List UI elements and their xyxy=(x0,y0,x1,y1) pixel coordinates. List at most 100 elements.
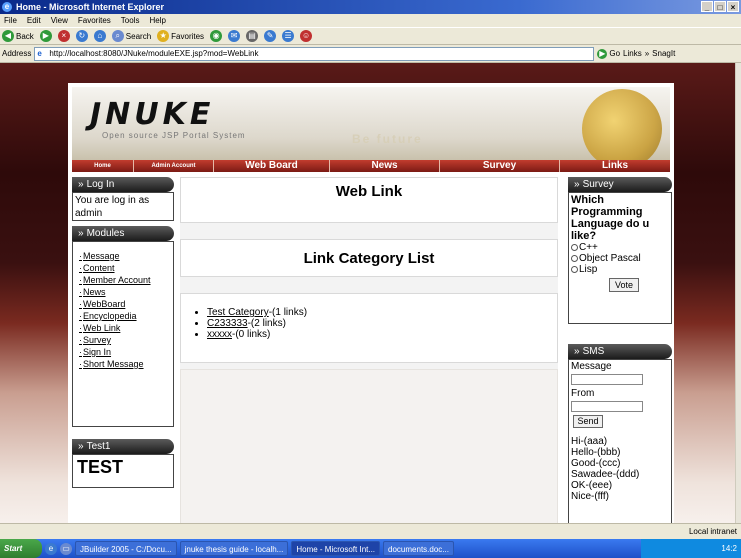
category-link[interactable]: xxxxx xyxy=(207,329,232,340)
send-button[interactable]: Send xyxy=(573,415,603,428)
menu-view[interactable]: View xyxy=(51,14,68,27)
test-panel-content: TEST xyxy=(72,454,174,488)
taskbar-item[interactable]: Home - Microsoft Int... xyxy=(291,541,381,556)
menu-file[interactable]: File xyxy=(4,14,17,27)
quicklaunch-desktop-icon[interactable]: ▭ xyxy=(60,542,72,555)
chevron-right-icon[interactable]: » xyxy=(645,49,649,58)
minimize-button[interactable]: _ xyxy=(701,1,713,12)
ie-icon: e xyxy=(2,2,12,12)
site-container: JNUKE Open source JSP Portal System Be f… xyxy=(68,83,674,523)
module-link-survey[interactable]: Survey xyxy=(79,334,169,346)
go-label: Go xyxy=(609,49,621,58)
survey-question: Which Programming Language do u like? xyxy=(571,194,650,242)
favorites-button[interactable]: ★ Favorites xyxy=(157,29,204,43)
module-link-member-account[interactable]: Member Account xyxy=(79,274,169,286)
links-button[interactable]: Links xyxy=(623,49,642,58)
left-column: Log In You are log in as admin Modules M… xyxy=(72,177,174,488)
nav-news[interactable]: News xyxy=(330,160,440,172)
radio-icon[interactable] xyxy=(571,244,578,251)
maximize-button[interactable]: □ xyxy=(714,1,726,12)
list-item: Good-(ccc) xyxy=(571,458,621,469)
window-controls: _ □ × xyxy=(701,1,739,12)
option-label: Object Pascal xyxy=(579,253,641,264)
list-item: Sawadee-(ddd) xyxy=(571,469,640,480)
close-button[interactable]: × xyxy=(727,1,739,12)
module-link-message[interactable]: Message xyxy=(79,250,169,262)
nav-home[interactable]: Home xyxy=(72,160,134,172)
list-item: Test Category-(1 links) xyxy=(207,307,557,318)
vote-button[interactable]: Vote xyxy=(609,278,639,292)
menu-bar: File Edit View Favorites Tools Help xyxy=(0,14,741,27)
category-list-title: Link Category List xyxy=(303,250,435,267)
module-link-web-link[interactable]: Web Link xyxy=(79,322,169,334)
status-bar: Local intranet xyxy=(0,523,741,539)
list-item: xxxxx-(0 links) xyxy=(207,329,557,340)
security-zone: Local intranet xyxy=(688,527,737,536)
taskbar-item[interactable]: documents.doc... xyxy=(383,541,454,556)
category-link[interactable]: C233333 xyxy=(207,318,248,329)
module-link-news[interactable]: News xyxy=(79,286,169,298)
mail-icon[interactable]: ✉ xyxy=(228,30,241,42)
survey-option[interactable]: Object Pascal xyxy=(571,253,669,264)
back-button[interactable]: ◀ Back xyxy=(2,29,34,43)
home-button[interactable]: ⌂ xyxy=(93,30,106,42)
category-list-title-box: Link Category List xyxy=(180,239,558,277)
start-button[interactable]: Start xyxy=(0,539,42,558)
page-viewport: JNUKE Open source JSP Portal System Be f… xyxy=(0,63,735,523)
module-link-short-message[interactable]: Short Message xyxy=(79,358,169,370)
menu-favorites[interactable]: Favorites xyxy=(78,14,111,27)
sms-panel: Message From Send Hi-(aaa) Hello-(bbb) G… xyxy=(568,359,672,523)
vertical-scrollbar[interactable] xyxy=(735,63,741,523)
go-button[interactable]: ▶ Go xyxy=(597,48,621,59)
print-icon[interactable]: ▤ xyxy=(246,30,259,42)
banner-globe-graphic xyxy=(582,89,662,160)
module-link-sign-in[interactable]: Sign In xyxy=(79,346,169,358)
discuss-icon[interactable]: ☰ xyxy=(282,30,295,42)
search-label: Search xyxy=(125,31,152,41)
address-bar: Address http://localhost:8080/JNuke/modu… xyxy=(0,45,741,63)
radio-icon[interactable] xyxy=(571,255,578,262)
menu-tools[interactable]: Tools xyxy=(121,14,140,27)
site-logo[interactable]: JNUKE xyxy=(90,97,214,132)
nav-web-board[interactable]: Web Board xyxy=(214,160,330,172)
nav-survey[interactable]: Survey xyxy=(440,160,560,172)
module-link-encyclopedia[interactable]: Encyclopedia xyxy=(79,310,169,322)
list-item: Hello-(bbb) xyxy=(571,447,621,458)
menu-edit[interactable]: Edit xyxy=(27,14,41,27)
survey-option[interactable]: C++ xyxy=(571,242,669,253)
site-tagline: Open source JSP Portal System xyxy=(102,131,246,140)
content-lower-area xyxy=(180,369,558,523)
content-spacer-2 xyxy=(180,277,558,293)
from-input[interactable] xyxy=(571,401,643,412)
address-input[interactable]: http://localhost:8080/JNuke/moduleEXE.js… xyxy=(34,46,595,61)
survey-option[interactable]: Lisp xyxy=(571,264,669,275)
category-link[interactable]: Test Category xyxy=(207,307,269,318)
snagit-button[interactable]: SnagIt xyxy=(652,49,675,58)
forward-button[interactable]: ▶ xyxy=(39,30,52,42)
search-button[interactable]: ⌕ Search xyxy=(111,29,152,43)
go-arrow-icon: ▶ xyxy=(597,48,608,59)
stop-button[interactable]: × xyxy=(57,30,70,42)
main-content: Web Link Link Category List Test Categor… xyxy=(180,177,558,523)
list-item: Nice-(fff) xyxy=(571,491,609,502)
nav-admin-account[interactable]: Admin Account xyxy=(134,160,214,172)
taskbar-item[interactable]: JBuilder 2005 - C:/Docu... xyxy=(75,541,177,556)
module-link-webboard[interactable]: WebBoard xyxy=(79,298,169,310)
radio-icon[interactable] xyxy=(571,266,578,273)
messenger-icon[interactable]: ☺ xyxy=(300,30,313,42)
window-title-bar: e Home - Microsoft Internet Explorer _ □… xyxy=(0,0,741,14)
refresh-button[interactable]: ↻ xyxy=(75,30,88,42)
module-link-content[interactable]: Content xyxy=(79,262,169,274)
nav-links[interactable]: Links xyxy=(560,160,670,172)
quicklaunch-ie-icon[interactable]: e xyxy=(45,542,57,555)
from-label: From xyxy=(571,388,595,399)
message-input[interactable] xyxy=(571,374,643,385)
system-tray: 14:2 xyxy=(641,539,741,558)
edit-icon[interactable]: ✎ xyxy=(264,30,277,42)
list-item: C233333-(2 links) xyxy=(207,318,557,329)
content-spacer xyxy=(180,223,558,239)
media-icon[interactable]: ◉ xyxy=(210,30,223,42)
taskbar-item[interactable]: jnuke thesis guide - localh... xyxy=(179,541,289,556)
menu-help[interactable]: Help xyxy=(149,14,165,27)
address-label: Address xyxy=(2,49,32,58)
